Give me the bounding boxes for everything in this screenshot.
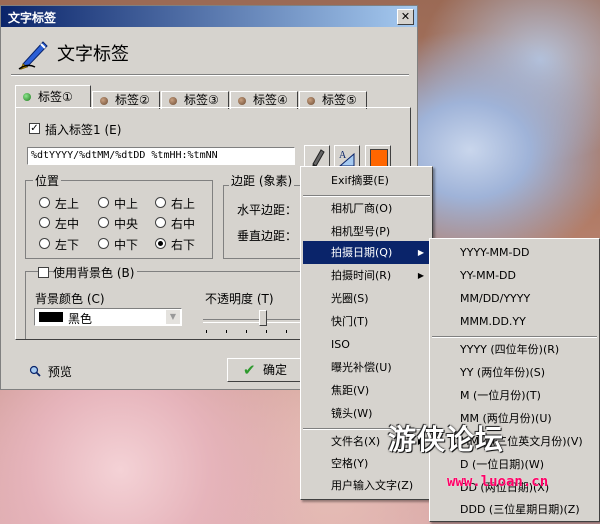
- header-title: 文字标签: [57, 44, 129, 65]
- tab-dot-icon: [307, 97, 315, 105]
- insert-label-checkbox[interactable]: ✓: [29, 123, 40, 134]
- insert-label-text: 插入标签1 (E): [45, 123, 122, 137]
- use-background-checkbox[interactable]: [38, 267, 49, 278]
- radio-top-center[interactable]: [98, 197, 109, 208]
- radio-label: 中上: [114, 197, 139, 211]
- radio-middle-left[interactable]: [39, 217, 50, 228]
- menu-item-mm-dd-yyyy[interactable]: MM/DD/YYYY: [432, 287, 597, 310]
- menu-item-camera-model[interactable]: 相机型号(P): [303, 220, 430, 243]
- color-swatch: [39, 312, 63, 322]
- radio-middle-right[interactable]: [155, 217, 166, 228]
- menu-item-camera-maker[interactable]: 相机厂商(O): [303, 197, 430, 220]
- pen-icon: [18, 41, 48, 70]
- radio-label: 中下: [114, 238, 139, 252]
- radio-label: 左中: [55, 217, 80, 231]
- radio-center[interactable]: [98, 217, 109, 228]
- radio-bottom-right[interactable]: [155, 238, 166, 249]
- font-icon: A: [338, 150, 355, 167]
- header-divider: [11, 74, 409, 76]
- position-group-title: 位置: [33, 172, 62, 189]
- radio-bottom-center[interactable]: [98, 238, 109, 249]
- color-swatch: [370, 149, 388, 167]
- menu-item-yyyy[interactable]: YYYY (四位年份)(R): [432, 338, 597, 361]
- tab-dot-icon: [100, 97, 108, 105]
- tab-label-1[interactable]: 标签①: [15, 85, 91, 107]
- chevron-down-icon: ▼: [166, 310, 180, 324]
- menu-item-shot-date[interactable]: 拍摄日期(Q) ▶: [303, 241, 430, 264]
- tab-label: 标签④: [253, 93, 288, 107]
- window-title: 文字标签: [8, 11, 57, 25]
- radio-label: 右下: [171, 238, 196, 252]
- menu-item-iso[interactable]: ISO: [303, 333, 430, 356]
- use-background-label: 使用背景色 (B): [53, 264, 138, 281]
- svg-text:A: A: [339, 150, 347, 161]
- margin-group-title: 边距 (象素): [229, 172, 295, 189]
- menu-item-user-text[interactable]: 用户输入文字(Z): [303, 474, 430, 497]
- menu-item-yy-mm-dd[interactable]: YY-MM-DD: [432, 264, 597, 287]
- tab-dot-icon: [23, 93, 31, 101]
- radio-label: 左上: [55, 197, 80, 211]
- background-color-label: 背景颜色 (C): [35, 292, 105, 306]
- slider-tick: [226, 330, 227, 333]
- tab-label: 标签⑤: [322, 93, 357, 107]
- title-bar[interactable]: 文字标签 ✕: [1, 6, 417, 27]
- vertical-margin-label: 垂直边距：: [237, 229, 298, 243]
- radio-bottom-left[interactable]: [39, 238, 50, 249]
- menu-item-shot-time[interactable]: 拍摄时间(R) ▶: [303, 264, 430, 287]
- menu-item-m[interactable]: M (一位月份)(T): [432, 384, 597, 407]
- tab-dot-icon: [238, 97, 246, 105]
- background-color-select[interactable]: 黑色 ▼: [34, 308, 182, 326]
- ok-button[interactable]: ✔ 确定: [227, 358, 307, 382]
- menu-item-ddd[interactable]: DDD (三位星期日期)(Z): [432, 498, 597, 521]
- tab-dot-icon: [169, 97, 177, 105]
- opacity-slider-thumb[interactable]: [259, 310, 267, 326]
- close-button[interactable]: ✕: [397, 9, 414, 25]
- slider-tick: [286, 330, 287, 333]
- format-input[interactable]: %dtYYYY/%dtMM/%dtDD %tmHH:%tmNN: [27, 147, 295, 165]
- radio-label: 右上: [171, 197, 196, 211]
- menu-item-shutter[interactable]: 快门(T): [303, 310, 430, 333]
- background-color-value: 黑色: [68, 312, 93, 326]
- tab-label: 标签②: [115, 93, 150, 107]
- menu-item-yy[interactable]: YY (两位年份)(S): [432, 361, 597, 384]
- watermark-text: 游侠论坛: [388, 423, 505, 456]
- menu-item-label: 文件名(X): [331, 435, 381, 448]
- slider-tick: [206, 330, 207, 333]
- slider-tick: [266, 330, 267, 333]
- tab-label: 标签③: [184, 93, 219, 107]
- radio-label: 右中: [171, 217, 196, 231]
- menu-item-exif-summary[interactable]: Exif摘要(E): [303, 169, 430, 192]
- margin-group: [223, 185, 307, 259]
- radio-label: 左下: [55, 238, 80, 252]
- opacity-slider-track[interactable]: [203, 319, 303, 323]
- watermark-url: www.luoan.cn: [447, 474, 549, 490]
- ok-label: 确定: [262, 363, 287, 377]
- submenu-arrow-icon: ▶: [417, 271, 424, 280]
- menu-item-label: 拍摄日期(Q): [331, 246, 393, 259]
- pen-icon: [312, 149, 325, 167]
- menu-item-exposure-comp[interactable]: 曝光补偿(U): [303, 356, 430, 379]
- magnifier-icon: [29, 365, 41, 377]
- menu-item-yyyy-mm-dd[interactable]: YYYY-MM-DD: [432, 241, 597, 264]
- radio-label: 中央: [114, 217, 139, 231]
- preview-label: 预览: [47, 365, 72, 379]
- preview-link[interactable]: 预览: [29, 363, 72, 380]
- radio-top-right[interactable]: [155, 197, 166, 208]
- opacity-label: 不透明度 (T): [205, 292, 274, 306]
- menu-item-focal-length[interactable]: 焦距(V): [303, 379, 430, 402]
- radio-top-left[interactable]: [39, 197, 50, 208]
- checkmark-icon: ✔: [243, 361, 256, 379]
- horizontal-margin-label: 水平边距：: [237, 203, 298, 217]
- menu-item-aperture[interactable]: 光圈(S): [303, 287, 430, 310]
- tab-label: 标签①: [38, 90, 73, 104]
- menu-item-mmm-dd-yy[interactable]: MMM.DD.YY: [432, 310, 597, 333]
- menu-item-label: 拍摄时间(R): [331, 269, 392, 282]
- slider-tick: [246, 330, 247, 333]
- submenu-arrow-icon: ▶: [417, 248, 424, 257]
